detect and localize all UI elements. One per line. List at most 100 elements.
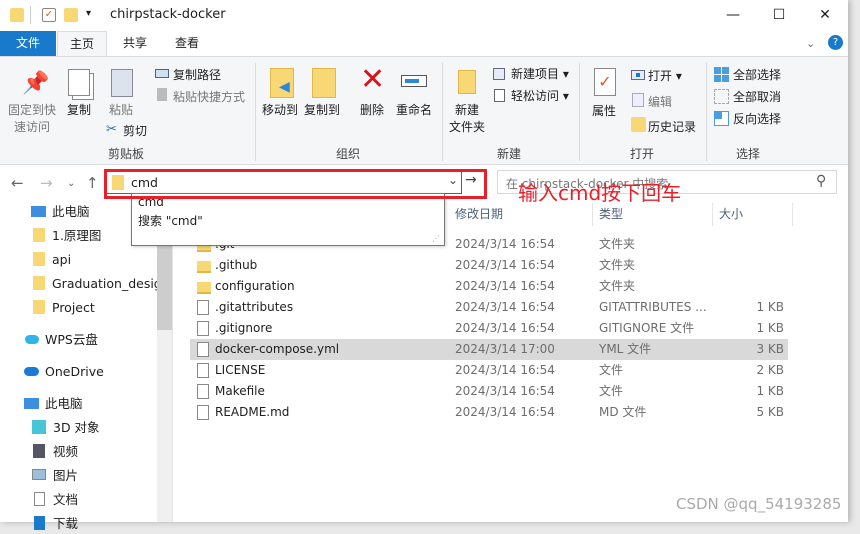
new-folder-label-2: 文件夹 xyxy=(449,120,486,134)
pin-label-2: 速访问 xyxy=(14,120,51,134)
sidebar-item-pictures[interactable]: 图片 xyxy=(32,466,78,486)
column-date[interactable]: 修改日期 xyxy=(449,203,593,226)
paste-shortcut-button[interactable]: 粘贴快捷方式 xyxy=(173,88,245,105)
download-icon xyxy=(34,516,45,530)
sidebar-item-this-pc[interactable]: 此电脑 xyxy=(24,394,83,414)
open-label: 打开 xyxy=(648,69,673,83)
file-icon xyxy=(197,342,209,357)
pin-icon: 📌 xyxy=(22,71,50,96)
autocomplete-dropdown: cmd 搜索 "cmd" ⋰ xyxy=(131,193,445,246)
back-button[interactable]: ← xyxy=(11,174,24,192)
select-none-button[interactable]: 全部取消 xyxy=(733,88,781,105)
paste-button[interactable]: 粘贴 xyxy=(109,101,133,118)
sidebar-item-onedrive[interactable]: OneDrive xyxy=(24,362,104,382)
maximize-button[interactable]: ☐ xyxy=(756,0,802,31)
up-button[interactable]: ↑ xyxy=(86,174,99,192)
file-name: docker-compose.yml xyxy=(215,342,340,356)
delete-button[interactable]: 删除 xyxy=(360,101,384,118)
file-icon xyxy=(197,300,209,315)
copy-path-icon xyxy=(155,69,169,78)
file-row[interactable]: .gitignore 2024/3/14 16:54 GITIGNORE 文件 … xyxy=(190,318,788,339)
invert-selection-button[interactable]: 反向选择 xyxy=(733,110,781,127)
folder-icon xyxy=(197,261,211,273)
forward-button[interactable]: → xyxy=(40,174,53,192)
recent-locations-icon[interactable]: ⌄ xyxy=(67,178,75,189)
file-row[interactable]: README.md 2024/3/14 16:54 MD 文件 5 KB xyxy=(190,402,788,423)
cut-button[interactable]: 剪切 xyxy=(123,122,147,139)
file-type: YML 文件 xyxy=(599,342,652,356)
sidebar-item-folder[interactable]: 1.原理图 xyxy=(33,226,101,246)
file-type: GITIGNORE 文件 xyxy=(599,321,695,335)
close-button[interactable]: ✕ xyxy=(802,0,848,31)
sidebar-item-folder[interactable]: Graduation_desig xyxy=(33,274,162,294)
file-name: LICENSE xyxy=(215,363,266,377)
column-size[interactable]: 大小 xyxy=(713,203,793,226)
file-row[interactable]: Makefile 2024/3/14 16:54 文件 1 KB xyxy=(190,381,788,402)
tab-view[interactable]: 查看 xyxy=(162,31,212,56)
edit-button[interactable]: 编辑 xyxy=(648,93,672,110)
new-item-button[interactable]: 新建项目 ▾ xyxy=(511,65,569,82)
file-date: 2024/3/14 16:54 xyxy=(455,300,555,314)
folder-icon xyxy=(197,282,211,294)
search-icon[interactable]: ⚲ xyxy=(816,173,826,189)
file-row[interactable]: LICENSE 2024/3/14 16:54 文件 2 KB xyxy=(190,360,788,381)
sidebar-item-folder[interactable]: Project xyxy=(33,298,95,318)
sidebar-item-this-pc[interactable]: 此电脑 xyxy=(31,202,90,222)
sidebar-label: 视频 xyxy=(53,444,79,459)
properties-button[interactable]: 属性 xyxy=(592,102,616,119)
file-type: 文件 xyxy=(599,363,624,377)
new-item-label: 新建项目 xyxy=(511,67,560,81)
sidebar-item-documents[interactable]: 文档 xyxy=(34,490,78,510)
resize-grip-icon[interactable]: ⋰ xyxy=(432,234,440,243)
group-clipboard: 剪贴板 xyxy=(108,147,145,161)
file-icon xyxy=(197,321,209,336)
sidebar-item-downloads[interactable]: 下载 xyxy=(34,514,78,534)
tab-home[interactable]: 主页 xyxy=(57,31,107,57)
file-type: 文件 xyxy=(599,384,624,398)
rename-icon xyxy=(401,75,427,87)
customize-quick-access-icon[interactable]: ▾ xyxy=(86,8,91,19)
properties-quick-icon[interactable]: ✓ xyxy=(42,8,56,22)
minimize-button[interactable]: — xyxy=(710,0,756,31)
copy-to-button[interactable]: 复制到 xyxy=(304,101,340,118)
column-type[interactable]: 类型 xyxy=(593,203,713,226)
new-folder-quick-icon[interactable] xyxy=(64,8,78,22)
history-button[interactable]: 历史记录 xyxy=(648,118,696,135)
group-new: 新建 xyxy=(497,147,522,161)
open-button[interactable]: 打开 ▾ xyxy=(648,67,682,84)
file-row[interactable]: .github 2024/3/14 16:54 文件夹 xyxy=(190,255,788,276)
new-folder-button[interactable]: 新建 xyxy=(455,101,479,118)
file-date: 2024/3/14 16:54 xyxy=(455,258,555,272)
sidebar-item-wps-cloud[interactable]: WPS云盘 xyxy=(25,330,98,350)
file-icon xyxy=(197,384,209,399)
rename-button[interactable]: 重命名 xyxy=(396,101,432,118)
file-row[interactable]: configuration 2024/3/14 16:54 文件夹 xyxy=(190,276,788,297)
file-type: 文件夹 xyxy=(599,237,636,251)
move-to-button[interactable]: 移动到 xyxy=(262,101,298,118)
file-type: 文件夹 xyxy=(599,279,636,293)
file-size: 5 KB xyxy=(756,405,784,419)
watermark: CSDN @qq_54193285 xyxy=(676,495,842,513)
history-icon xyxy=(631,117,646,132)
select-all-button[interactable]: 全部选择 xyxy=(733,66,781,83)
help-icon[interactable]: ? xyxy=(828,35,843,50)
sidebar-scrollbar[interactable] xyxy=(157,198,172,522)
file-name: .github xyxy=(215,258,258,272)
tab-file[interactable]: 文件 xyxy=(0,31,56,56)
copy-path-button[interactable]: 复制路径 xyxy=(173,66,221,83)
file-row[interactable]: .gitattributes 2024/3/14 16:54 GITATTRIB… xyxy=(190,297,788,318)
file-row[interactable]: docker-compose.yml 2024/3/14 17:00 YML 文… xyxy=(190,339,788,360)
file-name: configuration xyxy=(215,279,295,293)
file-name: .gitignore xyxy=(215,321,273,335)
tab-share[interactable]: 共享 xyxy=(110,31,160,56)
sidebar-item-folder[interactable]: api xyxy=(33,250,71,270)
file-size: 1 KB xyxy=(756,321,784,335)
copy-button[interactable]: 复制 xyxy=(67,101,91,118)
folder-icon xyxy=(33,252,45,266)
sidebar-item-3d[interactable]: 3D 对象 xyxy=(32,418,100,438)
pin-quick-access-button[interactable]: 固定到快 xyxy=(8,101,56,118)
suggestion-item[interactable]: 搜索 "cmd" xyxy=(138,212,203,229)
easy-access-button[interactable]: 轻松访问 ▾ xyxy=(511,87,569,104)
expand-ribbon-icon[interactable]: ⌄ xyxy=(806,37,815,50)
sidebar-item-videos[interactable]: 视频 xyxy=(33,442,78,462)
